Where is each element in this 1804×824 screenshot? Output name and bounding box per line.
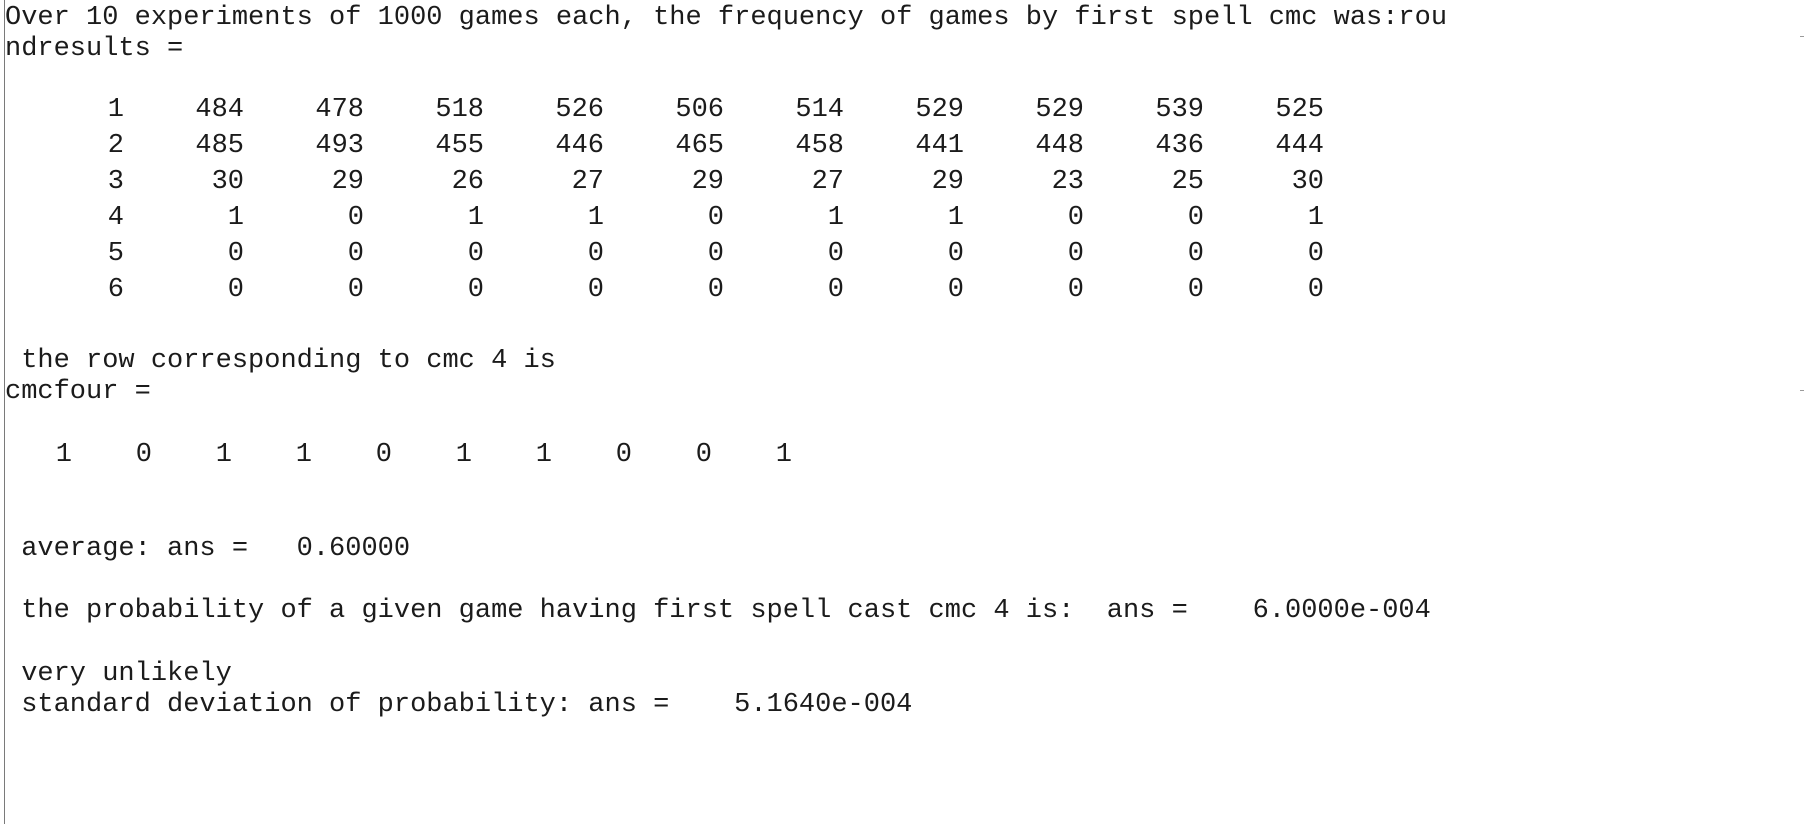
header-line: Over 10 experiments of 1000 games each, …: [5, 3, 1448, 33]
scroll-marker: [1800, 390, 1804, 391]
matrix-row: 2 485 493 455 446 465 458 441 448 436 444: [0, 128, 1324, 164]
matrix-cell: 0: [587, 275, 604, 305]
matrix-cell: 458: [795, 131, 844, 161]
matrix-cell: 30: [211, 167, 244, 197]
matrix-row: 5 0 0 0 0 0 0 0 0 0 0: [0, 236, 1324, 272]
matrix-cell: 0: [1307, 239, 1324, 269]
matrix-cell: 441: [915, 131, 964, 161]
variable-name-cmcfour: cmcfour =: [5, 377, 151, 407]
matrix-cell: 448: [1035, 131, 1084, 161]
matrix-cell: 0: [467, 239, 484, 269]
matrix-row-index: 1: [107, 95, 124, 125]
matrix-cell: 0: [1187, 275, 1204, 305]
matrix-cell: 0: [1067, 239, 1084, 269]
matrix-cell: 29: [691, 167, 724, 197]
matrix-cell: 0: [1187, 203, 1204, 233]
matrix-cell: 0: [827, 239, 844, 269]
matrix-cell: 0: [1187, 239, 1204, 269]
matrix-cell: 0: [227, 239, 244, 269]
matrix-cell: 0: [827, 275, 844, 305]
matrix-cell: 0: [1307, 275, 1324, 305]
matrix-cell: 0: [1067, 203, 1084, 233]
matrix-cell: 0: [1067, 275, 1084, 305]
matrix-cell: 0: [947, 239, 964, 269]
matrix-cell: 29: [931, 167, 964, 197]
cmcfour-value: 1: [215, 440, 232, 470]
matrix-cell: 0: [947, 275, 964, 305]
matrix-cell: 26: [451, 167, 484, 197]
matrix-cell: 446: [555, 131, 604, 161]
matrix-cell: 0: [707, 203, 724, 233]
matrix-cell: 27: [811, 167, 844, 197]
cmcfour-vector: 1 0 1 1 0 1 1 0 0 1: [0, 437, 792, 473]
matrix-cell: 29: [331, 167, 364, 197]
cmcfour-value: 0: [615, 440, 632, 470]
matrix-cell: 514: [795, 95, 844, 125]
matrix-cell: 27: [571, 167, 604, 197]
matrix-cell: 436: [1155, 131, 1204, 161]
matrix-row: 4 1 0 1 1 0 1 1 0 0 1: [0, 200, 1324, 236]
matrix-cell: 30: [1291, 167, 1324, 197]
cmcfour-value: 1: [775, 440, 792, 470]
probability-result: the probability of a given game having f…: [5, 596, 1431, 626]
matrix-cell: 478: [315, 95, 364, 125]
cmcfour-value: 1: [535, 440, 552, 470]
matrix-cell: 1: [827, 203, 844, 233]
scroll-marker: [1800, 36, 1804, 37]
cmcfour-value: 0: [695, 440, 712, 470]
matrix-cell: 0: [587, 239, 604, 269]
matrix-cell: 1: [947, 203, 964, 233]
matrix-cell: 529: [915, 95, 964, 125]
matrix-cell: 525: [1275, 95, 1324, 125]
matrix-cell: 0: [467, 275, 484, 305]
matrix-cell: 1: [1307, 203, 1324, 233]
matrix-row-index: 2: [107, 131, 124, 161]
matrix-cell: 526: [555, 95, 604, 125]
matrix-cell: 506: [675, 95, 724, 125]
cmcfour-value: 1: [295, 440, 312, 470]
matrix-row-index: 6: [107, 275, 124, 305]
matrix-cell: 518: [435, 95, 484, 125]
matrix-cell: 1: [227, 203, 244, 233]
cmcfour-value: 0: [375, 440, 392, 470]
matrix-row-index: 5: [107, 239, 124, 269]
results-matrix: 1 484 478 518 526 506 514 529 529 539 525 2 485 493 45…: [0, 92, 1324, 308]
matrix-cell: 0: [347, 203, 364, 233]
average-result: average: ans = 0.60000: [5, 534, 411, 564]
matrix-cell: 484: [195, 95, 244, 125]
matrix-cell: 25: [1171, 167, 1204, 197]
matrix-row: 3 30 29 26 27 29 27 29 23 25 30: [0, 164, 1324, 200]
matrix-cell: 0: [347, 239, 364, 269]
matrix-cell: 455: [435, 131, 484, 161]
matrix-cell: 1: [467, 203, 484, 233]
matrix-cell: 1: [587, 203, 604, 233]
cmcfour-value: 1: [55, 440, 72, 470]
matrix-row: 6 0 0 0 0 0 0 0 0 0 0: [0, 272, 1324, 308]
matrix-cell: 465: [675, 131, 724, 161]
matrix-cell: 529: [1035, 95, 1084, 125]
cmcfour-value: 0: [135, 440, 152, 470]
cmcfour-value: 1: [455, 440, 472, 470]
matrix-cell: 539: [1155, 95, 1204, 125]
matrix-cell: 0: [227, 275, 244, 305]
matrix-cell: 0: [707, 239, 724, 269]
stddev-result: standard deviation of probability: ans =…: [5, 690, 913, 720]
matrix-cell: 0: [707, 275, 724, 305]
matrix-cell: 444: [1275, 131, 1324, 161]
matrix-cell: 23: [1051, 167, 1084, 197]
console-output[interactable]: Over 10 experiments of 1000 games each, …: [0, 0, 1804, 824]
matrix-cell: 0: [347, 275, 364, 305]
matrix-cell: 493: [315, 131, 364, 161]
variable-name-results: ndresults =: [5, 34, 184, 64]
matrix-row-index: 3: [107, 167, 124, 197]
matrix-row: 1 484 478 518 526 506 514 529 529 539 525: [0, 92, 1324, 128]
matrix-row-index: 4: [107, 203, 124, 233]
matrix-cell: 485: [195, 131, 244, 161]
